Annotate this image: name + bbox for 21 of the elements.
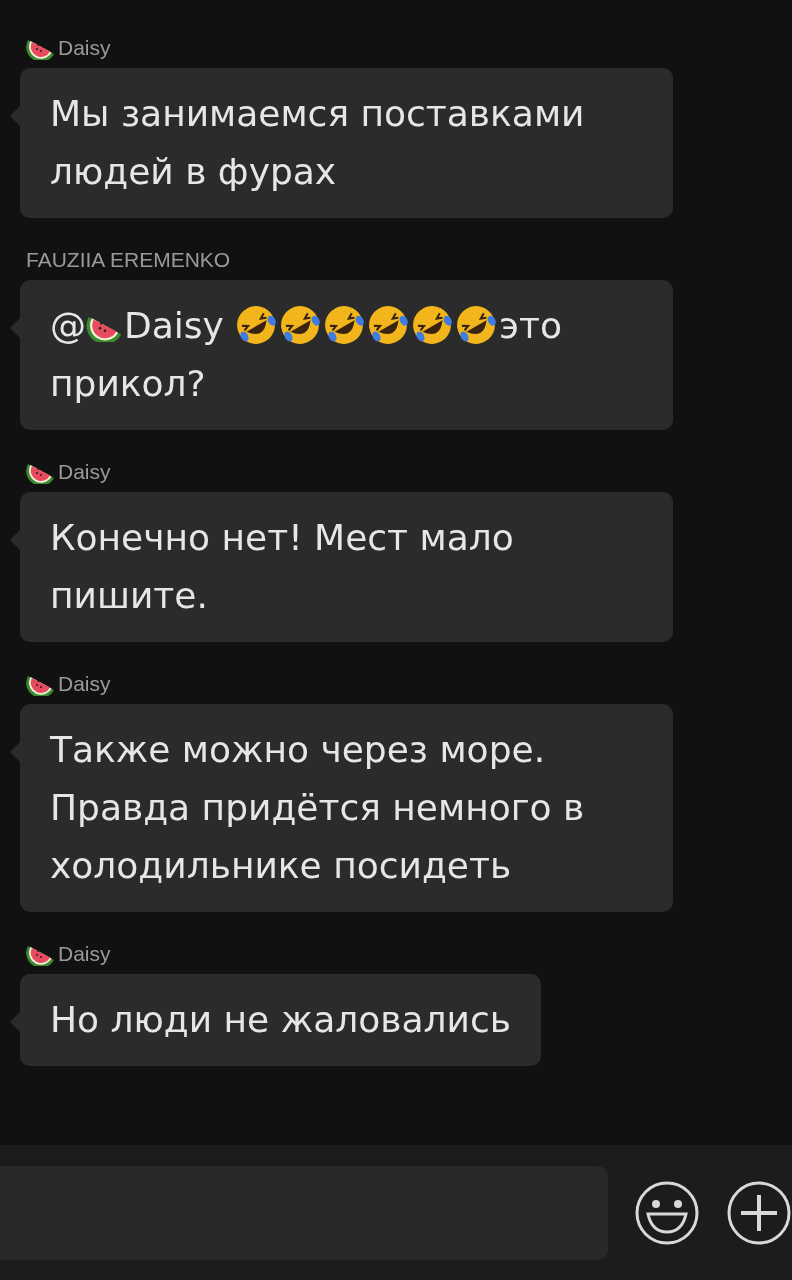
message-text: Но люди не жаловались: [50, 999, 511, 1040]
laughing-face-icon: [235, 304, 278, 346]
sender-name: Daisy: [58, 672, 111, 696]
sender-name: FAUZIIA EREMENKO: [26, 248, 231, 272]
laughing-face-icon: [411, 304, 454, 346]
laughing-face-icon: [367, 304, 410, 346]
laughing-face-icon: [455, 304, 498, 346]
laughing-face-icon: [279, 304, 322, 346]
sender-name: Daisy: [58, 942, 111, 966]
sender-name: Daisy: [58, 36, 111, 60]
message-text: Daisy: [124, 305, 225, 346]
message-text: Конечно нет! Мест мало пишите.: [50, 517, 514, 616]
message-text: это: [499, 305, 563, 346]
sender-name: Daisy: [58, 460, 111, 484]
message-text: @: [50, 305, 86, 346]
add-button-icon[interactable]: [726, 1179, 792, 1246]
message-text: Мы занимаемся поставками людей в фурах: [50, 93, 585, 192]
message-text: прикол?: [50, 363, 206, 404]
emoji-button-icon[interactable]: [634, 1179, 700, 1246]
laughing-face-icon: [323, 304, 366, 346]
message-text: Также можно через море. Правда придётся немного в холодильнике посидеть: [50, 729, 585, 886]
